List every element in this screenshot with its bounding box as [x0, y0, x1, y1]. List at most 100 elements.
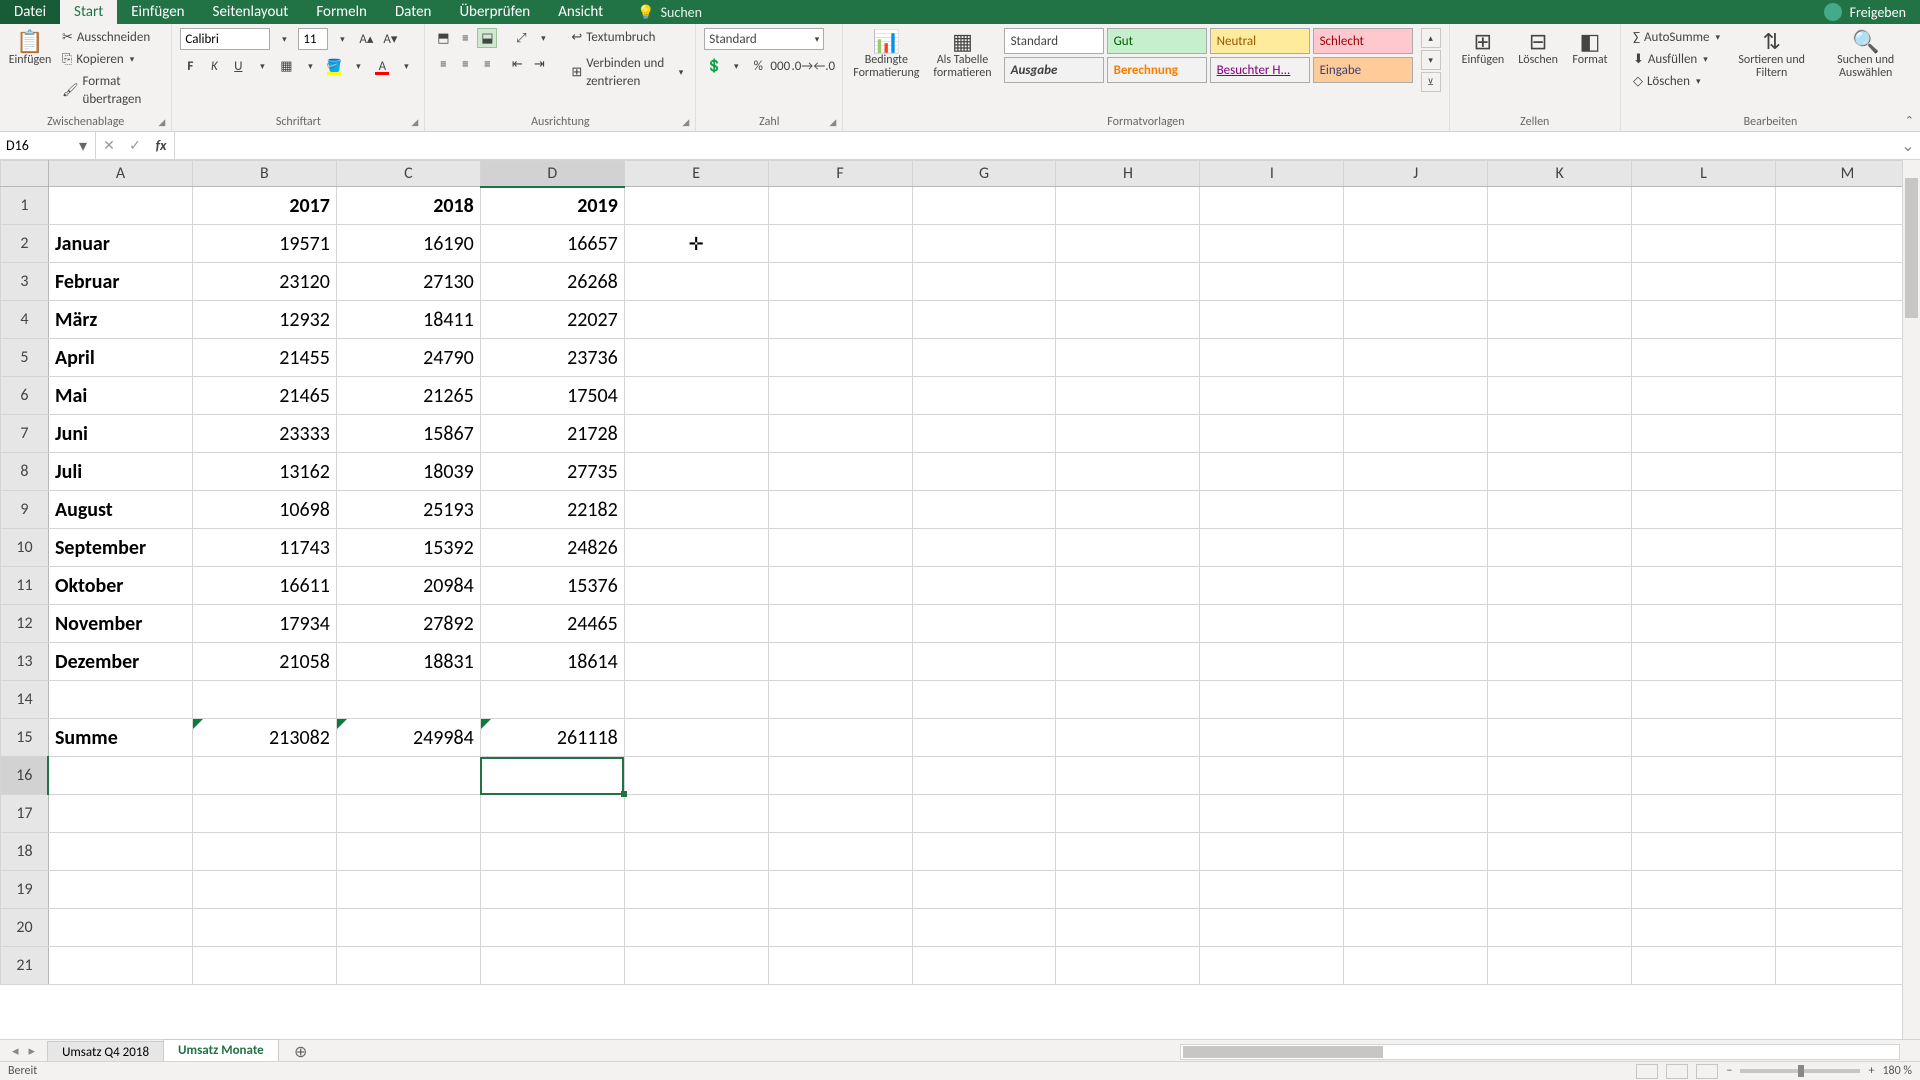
cell-F6[interactable]	[768, 377, 912, 415]
cell-B11[interactable]: 16611	[192, 567, 336, 605]
cell-G20[interactable]	[912, 909, 1056, 947]
user-avatar-icon[interactable]	[1824, 3, 1842, 21]
cell-E13[interactable]	[624, 643, 768, 681]
border-button[interactable]: ▦	[276, 56, 296, 76]
cell-A6[interactable]: Mai	[48, 377, 192, 415]
percent-format-icon[interactable]: %	[748, 56, 768, 76]
cell-K12[interactable]	[1488, 605, 1632, 643]
formula-input[interactable]	[175, 132, 1896, 159]
ribbon-tab-ansicht[interactable]: Ansicht	[544, 0, 617, 24]
increase-decimal-icon[interactable]: .0→	[792, 56, 812, 76]
cell-F4[interactable]	[768, 301, 912, 339]
cell-H5[interactable]	[1056, 339, 1200, 377]
insert-cells-button[interactable]: ⊞Einfügen	[1458, 28, 1509, 69]
cell-G16[interactable]	[912, 757, 1056, 795]
row-header-16[interactable]: 16	[1, 757, 49, 795]
cell-M9[interactable]	[1776, 491, 1920, 529]
cell-L20[interactable]	[1632, 909, 1776, 947]
cell-G6[interactable]	[912, 377, 1056, 415]
cell-L17[interactable]	[1632, 795, 1776, 833]
cell-K13[interactable]	[1488, 643, 1632, 681]
cell-G2[interactable]	[912, 225, 1056, 263]
cell-G5[interactable]	[912, 339, 1056, 377]
cell-A2[interactable]: Januar	[48, 225, 192, 263]
cell-J19[interactable]	[1344, 871, 1488, 909]
vertical-scrollbar[interactable]	[1902, 160, 1920, 1046]
cell-H21[interactable]	[1056, 947, 1200, 985]
zoom-in-icon[interactable]: +	[1868, 1064, 1874, 1078]
cell-K18[interactable]	[1488, 833, 1632, 871]
cell-G12[interactable]	[912, 605, 1056, 643]
cell-F1[interactable]	[768, 187, 912, 225]
page-layout-view-icon[interactable]	[1666, 1064, 1688, 1079]
sheet-nav-first-icon[interactable]: ◂	[8, 1044, 23, 1059]
error-indicator-icon[interactable]	[481, 719, 491, 729]
cell-B10[interactable]: 11743	[192, 529, 336, 567]
cell-D20[interactable]	[480, 909, 624, 947]
cell-A3[interactable]: Februar	[48, 263, 192, 301]
style-more-icon[interactable]: ⊻	[1421, 72, 1441, 92]
cell-I13[interactable]	[1200, 643, 1344, 681]
cell-G11[interactable]	[912, 567, 1056, 605]
cell-H1[interactable]	[1056, 187, 1200, 225]
row-header-14[interactable]: 14	[1, 681, 49, 719]
cell-B17[interactable]	[192, 795, 336, 833]
cell-D18[interactable]	[480, 833, 624, 871]
chevron-down-icon[interactable]: ▾	[348, 56, 368, 76]
ribbon-tab-seitenlayout[interactable]: Seitenlayout	[199, 0, 303, 24]
cell-C18[interactable]	[336, 833, 480, 871]
cell-M19[interactable]	[1776, 871, 1920, 909]
row-header-11[interactable]: 11	[1, 567, 49, 605]
column-header-B[interactable]: B	[192, 161, 336, 187]
style-scroll-up-icon[interactable]: ▴	[1421, 28, 1441, 48]
sheet-nav-last-icon[interactable]: ▸	[25, 1044, 40, 1059]
cell-A8[interactable]: Juli	[48, 453, 192, 491]
row-header-19[interactable]: 19	[1, 871, 49, 909]
cell-J17[interactable]	[1344, 795, 1488, 833]
cell-J3[interactable]	[1344, 263, 1488, 301]
cell-H6[interactable]	[1056, 377, 1200, 415]
cell-K21[interactable]	[1488, 947, 1632, 985]
cell-J21[interactable]	[1344, 947, 1488, 985]
cell-E12[interactable]	[624, 605, 768, 643]
cell-B16[interactable]	[192, 757, 336, 795]
thousands-format-icon[interactable]: 000	[770, 56, 790, 76]
cell-L12[interactable]	[1632, 605, 1776, 643]
cell-D10[interactable]: 24826	[480, 529, 624, 567]
cell-B12[interactable]: 17934	[192, 605, 336, 643]
cell-G18[interactable]	[912, 833, 1056, 871]
cell-J7[interactable]	[1344, 415, 1488, 453]
cell-E21[interactable]	[624, 947, 768, 985]
cell-L19[interactable]	[1632, 871, 1776, 909]
align-left-icon[interactable]: ≡	[433, 54, 453, 74]
style-standard[interactable]: Standard	[1004, 28, 1104, 54]
cell-I1[interactable]	[1200, 187, 1344, 225]
cell-M15[interactable]	[1776, 719, 1920, 757]
cell-G17[interactable]	[912, 795, 1056, 833]
ribbon-tab-einfügen[interactable]: Einfügen	[117, 0, 198, 24]
cell-G8[interactable]	[912, 453, 1056, 491]
cell-D3[interactable]: 26268	[480, 263, 624, 301]
cell-J2[interactable]	[1344, 225, 1488, 263]
cell-A4[interactable]: März	[48, 301, 192, 339]
cell-A15[interactable]: Summe	[48, 719, 192, 757]
column-header-K[interactable]: K	[1488, 161, 1632, 187]
row-header-8[interactable]: 8	[1, 453, 49, 491]
cell-B3[interactable]: 23120	[192, 263, 336, 301]
cell-F17[interactable]	[768, 795, 912, 833]
cell-F5[interactable]	[768, 339, 912, 377]
cell-A17[interactable]	[48, 795, 192, 833]
sort-filter-button[interactable]: ⇅Sortieren und Filtern	[1730, 28, 1813, 82]
cell-J16[interactable]	[1344, 757, 1488, 795]
cell-A9[interactable]: August	[48, 491, 192, 529]
cell-G1[interactable]	[912, 187, 1056, 225]
cell-A18[interactable]	[48, 833, 192, 871]
row-header-21[interactable]: 21	[1, 947, 49, 985]
ribbon-tab-daten[interactable]: Daten	[381, 0, 445, 24]
cell-G13[interactable]	[912, 643, 1056, 681]
zoom-level[interactable]: 180 %	[1882, 1064, 1912, 1078]
cell-I21[interactable]	[1200, 947, 1344, 985]
cell-J5[interactable]	[1344, 339, 1488, 377]
clear-button[interactable]: ◇Löschen▾	[1629, 72, 1724, 92]
page-break-view-icon[interactable]	[1696, 1064, 1718, 1079]
